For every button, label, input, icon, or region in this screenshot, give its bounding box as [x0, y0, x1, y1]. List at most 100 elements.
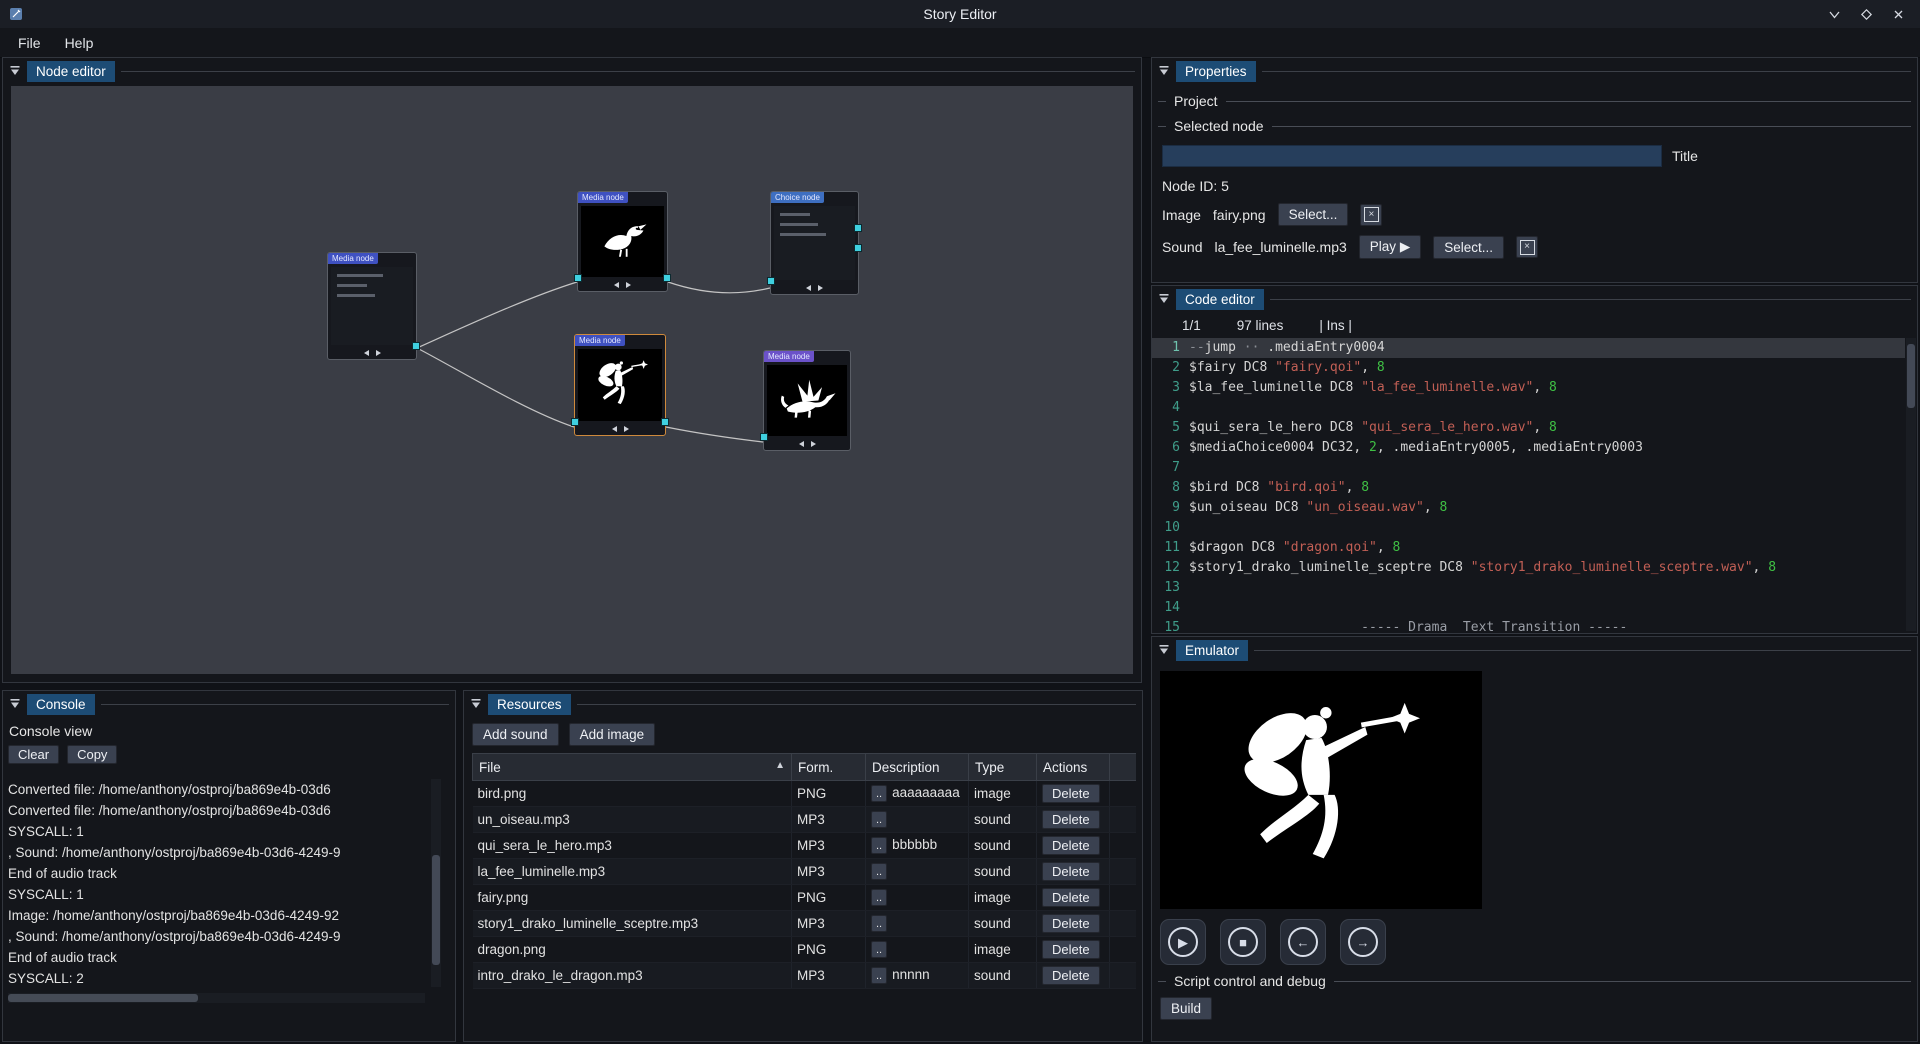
choice-output-port[interactable] — [854, 244, 862, 252]
build-button[interactable]: Build — [1160, 997, 1212, 1020]
code-line[interactable]: 3$la_fee_luminelle DC8 "la_fee_luminelle… — [1152, 378, 1905, 398]
node-media-controls[interactable] — [771, 282, 858, 293]
play-button[interactable]: ▶ — [1160, 919, 1206, 965]
sound-play-button[interactable]: Play ▶ — [1359, 235, 1421, 259]
code-line[interactable]: 13 — [1152, 578, 1905, 598]
input-port[interactable] — [574, 274, 582, 282]
image-select-button[interactable]: Select... — [1278, 203, 1349, 226]
input-port[interactable] — [767, 277, 775, 285]
description-edit-button[interactable]: .. — [871, 967, 887, 984]
choice-output-port[interactable] — [854, 224, 862, 232]
delete-button[interactable]: Delete — [1042, 836, 1100, 855]
dragon-image — [773, 370, 842, 431]
code-area[interactable]: 1--jump ·· .mediaEntry00042$fairy DC8 "f… — [1152, 338, 1905, 631]
code-line[interactable]: 4 — [1152, 398, 1905, 418]
description-edit-button[interactable]: .. — [871, 837, 887, 854]
sound-clear-button[interactable]: × — [1516, 236, 1538, 258]
delete-button[interactable]: Delete — [1042, 862, 1100, 881]
node-media-controls[interactable] — [578, 279, 667, 290]
code-line[interactable]: 14 — [1152, 598, 1905, 618]
console-log[interactable]: Converted file: /home/anthony/ostproj/ba… — [8, 779, 425, 987]
code-line[interactable]: 8$bird DC8 "bird.qoi", 8 — [1152, 478, 1905, 498]
table-row[interactable]: intro_drako_le_dragon.mp3MP3..nnnnnsound… — [473, 963, 1137, 989]
node-media-controls[interactable] — [764, 438, 850, 449]
code-line[interactable]: 2$fairy DC8 "fairy.qoi", 8 — [1152, 358, 1905, 378]
delete-button[interactable]: Delete — [1042, 888, 1100, 907]
code-line[interactable]: 7 — [1152, 458, 1905, 478]
code-line[interactable]: 12$story1_drako_luminelle_sceptre DC8 "s… — [1152, 558, 1905, 578]
node-media-controls[interactable] — [328, 347, 416, 358]
table-row[interactable]: la_fee_luminelle.mp3MP3..soundDelete — [473, 859, 1137, 885]
node-media-start[interactable]: Media node — [327, 252, 417, 360]
output-port[interactable] — [663, 274, 671, 282]
console-vertical-scrollbar[interactable] — [431, 779, 441, 987]
delete-button[interactable]: Delete — [1042, 940, 1100, 959]
node-canvas[interactable]: Media node Media node Choice node — [11, 86, 1133, 674]
description-edit-button[interactable]: .. — [871, 941, 887, 958]
table-row[interactable]: un_oiseau.mp3MP3..soundDelete — [473, 807, 1137, 833]
delete-button[interactable]: Delete — [1042, 966, 1100, 985]
node-media-dragon[interactable]: Media node — [763, 350, 851, 451]
description-edit-button[interactable]: .. — [871, 785, 887, 802]
image-clear-button[interactable]: × — [1360, 204, 1382, 226]
cell: dragon.png — [473, 937, 792, 963]
add-image-button[interactable]: Add image — [569, 723, 656, 746]
node-media-bird[interactable]: Media node — [577, 191, 668, 292]
delete-button[interactable]: Delete — [1042, 914, 1100, 933]
column-header-file[interactable]: File▲ — [473, 754, 792, 781]
delete-button[interactable]: Delete — [1042, 784, 1100, 803]
table-row[interactable]: qui_sera_le_hero.mp3MP3..bbbbbbsoundDele… — [473, 833, 1137, 859]
code-line[interactable]: 6$mediaChoice0004 DC32, 2, .mediaEntry00… — [1152, 438, 1905, 458]
collapse-icon[interactable] — [9, 698, 21, 710]
code-scrollbar[interactable] — [1906, 338, 1916, 631]
code-line[interactable]: 9$un_oiseau DC8 "un_oiseau.wav", 8 — [1152, 498, 1905, 518]
table-row[interactable]: story1_drako_luminelle_sceptre.mp3MP3..s… — [473, 911, 1137, 937]
step-forward-button[interactable]: → — [1340, 919, 1386, 965]
console-horizontal-scrollbar[interactable] — [8, 993, 425, 1003]
collapse-icon[interactable] — [1158, 65, 1170, 77]
copy-button[interactable]: Copy — [67, 745, 117, 764]
collapse-icon[interactable] — [1158, 644, 1170, 656]
menu-help[interactable]: Help — [53, 31, 106, 55]
clear-button[interactable]: Clear — [8, 745, 59, 764]
table-row[interactable]: bird.pngPNG..aaaaaaaaaimageDelete — [473, 781, 1137, 807]
table-row[interactable]: fairy.pngPNG..imageDelete — [473, 885, 1137, 911]
menu-file[interactable]: File — [6, 31, 53, 55]
column-header-type[interactable]: Type — [969, 754, 1037, 781]
add-sound-button[interactable]: Add sound — [472, 723, 559, 746]
delete-button[interactable]: Delete — [1042, 810, 1100, 829]
output-port[interactable] — [412, 342, 420, 350]
node-media-controls[interactable] — [575, 423, 665, 434]
column-header-format[interactable]: Form. — [792, 754, 866, 781]
code-line[interactable]: 10 — [1152, 518, 1905, 538]
collapse-icon[interactable] — [9, 65, 21, 77]
restore-button[interactable] — [1858, 6, 1874, 22]
column-header-description[interactable]: Description — [866, 754, 969, 781]
output-port[interactable] — [661, 418, 669, 426]
collapse-icon[interactable] — [1158, 293, 1170, 305]
code-line[interactable]: 1--jump ·· .mediaEntry0004 — [1152, 338, 1905, 358]
table-row[interactable]: dragon.pngPNG..imageDelete — [473, 937, 1137, 963]
column-header-actions[interactable]: Actions — [1037, 754, 1110, 781]
input-port[interactable] — [571, 418, 579, 426]
description-edit-button[interactable]: .. — [871, 863, 887, 880]
minimize-button[interactable] — [1826, 6, 1842, 22]
description-edit-button[interactable]: .. — [871, 915, 887, 932]
scrollbar-thumb[interactable] — [1907, 344, 1915, 408]
sound-select-button[interactable]: Select... — [1433, 236, 1504, 259]
node-media-fairy[interactable]: Media node — [574, 334, 666, 436]
close-button[interactable] — [1890, 6, 1906, 22]
scrollbar-thumb[interactable] — [8, 994, 198, 1002]
description-edit-button[interactable]: .. — [871, 811, 887, 828]
step-back-button[interactable]: ← — [1280, 919, 1326, 965]
node-choice[interactable]: Choice node — [770, 191, 859, 295]
code-line[interactable]: 11$dragon DC8 "dragon.qoi", 8 — [1152, 538, 1905, 558]
code-line[interactable]: 15 ----- Drama Text Transition ----- — [1152, 618, 1905, 631]
stop-button[interactable]: ■ — [1220, 919, 1266, 965]
input-port[interactable] — [760, 433, 768, 441]
code-line[interactable]: 5$qui_sera_le_hero DC8 "qui_sera_le_hero… — [1152, 418, 1905, 438]
scrollbar-thumb[interactable] — [432, 855, 440, 965]
description-edit-button[interactable]: .. — [871, 889, 887, 906]
collapse-icon[interactable] — [470, 698, 482, 710]
title-input[interactable] — [1162, 145, 1662, 167]
